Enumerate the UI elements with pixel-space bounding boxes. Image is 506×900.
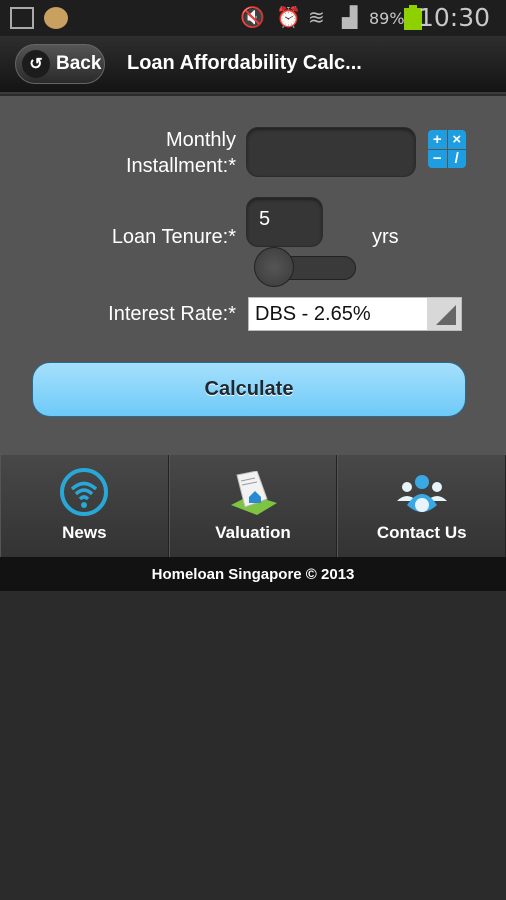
nav-valuation-label: Valuation — [215, 523, 291, 542]
clock: 10:30 — [417, 3, 490, 32]
wifi-icon: ≋ — [308, 7, 325, 29]
valuation-document-icon — [231, 471, 277, 515]
tenure-slider-handle[interactable] — [254, 247, 294, 287]
status-bar: 🔇 ⏰ ≋ ▟ 89% 10:30 — [0, 0, 506, 36]
loan-tenure-label: Loan Tenure:* — [111, 226, 236, 248]
page-title: Loan Affordability Calc... — [127, 52, 362, 74]
back-button[interactable]: ↺ Back — [15, 44, 105, 84]
minus-icon: − — [428, 149, 447, 168]
battery-percent: 89% — [369, 9, 405, 28]
interest-rate-value: DBS - 2.65% — [255, 302, 371, 325]
contact-people-icon — [396, 475, 447, 512]
calculator-icon[interactable]: + × − / — [428, 130, 466, 168]
gallery-icon — [10, 7, 34, 29]
signal-icon: ▟ — [342, 7, 358, 29]
plus-icon: + — [428, 130, 447, 149]
divide-icon: / — [447, 149, 466, 168]
weather-icon — [44, 7, 68, 29]
nav-news[interactable]: News — [0, 455, 169, 557]
footer-copyright: Homeloan Singapore © 2013 — [0, 557, 506, 591]
news-wifi-icon — [60, 468, 109, 516]
action-bar: ↺ Back Loan Affordability Calc... — [0, 36, 506, 94]
tenure-unit: yrs — [372, 226, 399, 248]
loan-tenure-input[interactable]: 5 — [246, 197, 323, 247]
nav-news-label: News — [62, 523, 107, 542]
back-arrow-icon: ↺ — [22, 50, 50, 78]
mute-icon: 🔇 — [240, 7, 265, 29]
nav-contact-label: Contact Us — [376, 523, 467, 542]
nav-contact-us[interactable]: Contact Us — [337, 455, 506, 557]
back-label: Back — [56, 53, 102, 74]
calculate-button[interactable]: Calculate — [32, 362, 466, 417]
interest-rate-label: Interest Rate:* — [108, 303, 236, 325]
alarm-icon: ⏰ — [276, 7, 301, 29]
dropdown-arrow-icon — [427, 298, 461, 330]
label-line-2: Installment:* — [125, 155, 236, 177]
nav-valuation[interactable]: Valuation — [168, 455, 338, 557]
interest-rate-select[interactable]: DBS - 2.65% — [248, 297, 462, 331]
times-icon: × — [447, 130, 466, 149]
label-line-1: Monthly — [165, 129, 236, 151]
monthly-installment-label: Monthly Installment:* — [126, 127, 236, 179]
monthly-installment-input[interactable] — [246, 127, 416, 177]
bottom-nav: News Valuation Contact Us — [0, 455, 506, 557]
